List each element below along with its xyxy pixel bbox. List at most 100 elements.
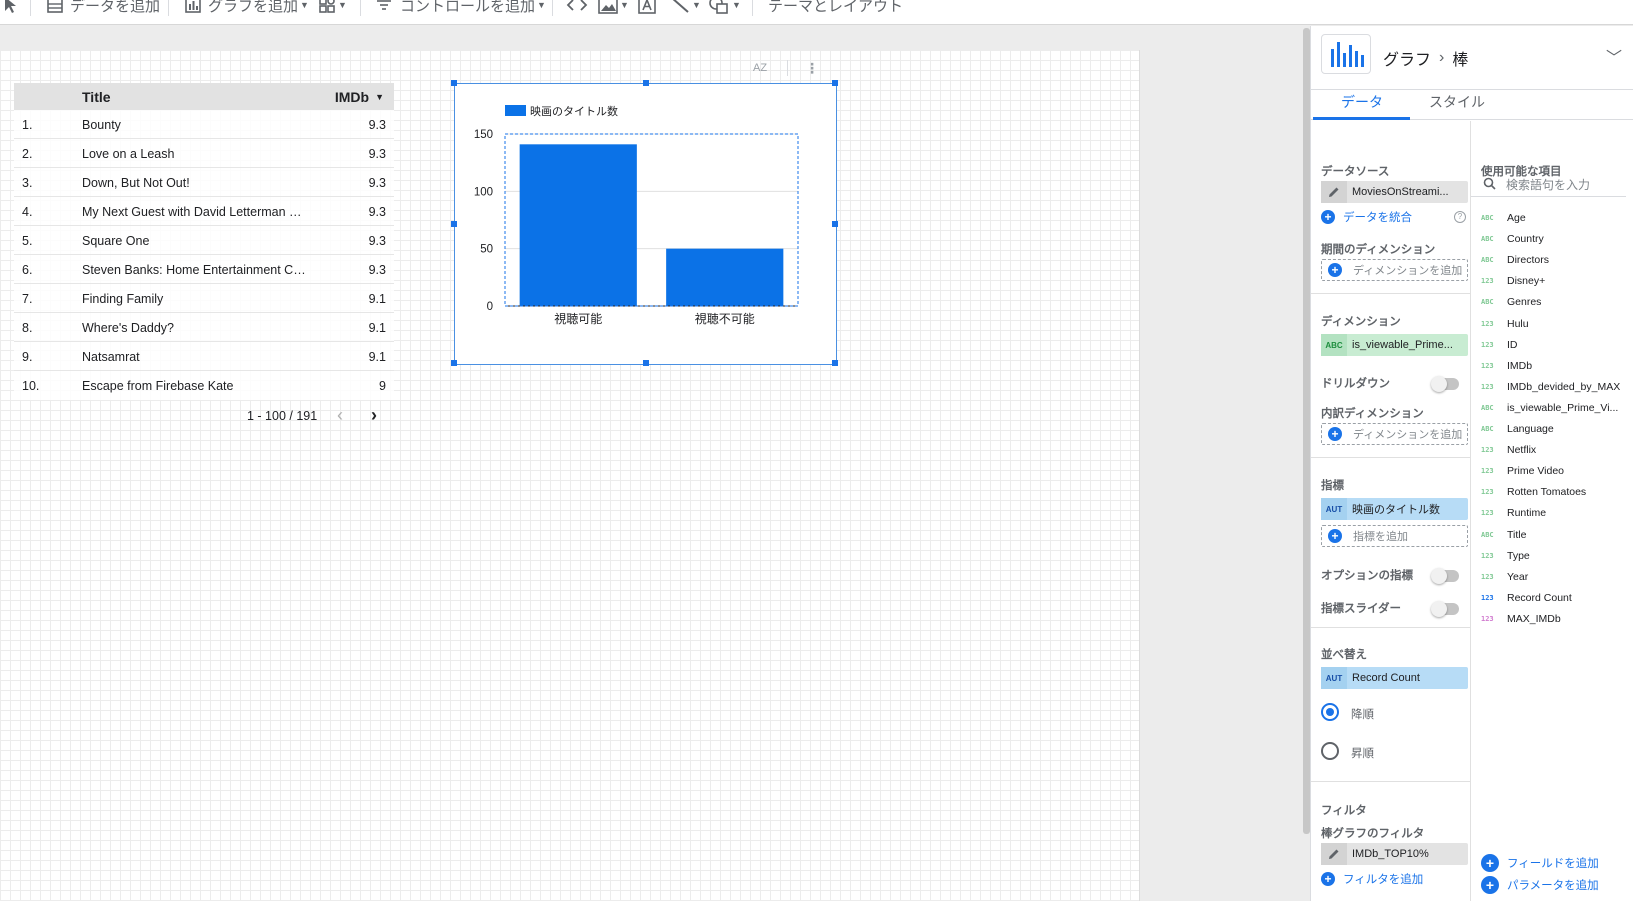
field-item[interactable]: 123 IMDb (1481, 357, 1629, 375)
bar-chart-type-icon[interactable] (1321, 34, 1371, 74)
field-item[interactable]: 123 Disney+ (1481, 272, 1629, 290)
blend-data-link[interactable]: + データを統合 (1321, 209, 1412, 225)
text-type-icon: ABC (1481, 235, 1494, 244)
add-slot-icon-wrap: + (1322, 423, 1348, 445)
add-metric-slot[interactable]: + 指標を追加 (1321, 525, 1468, 547)
tab-style[interactable]: スタイル (1429, 92, 1485, 112)
field-item[interactable]: 123 Prime Video (1481, 462, 1629, 480)
table-row[interactable]: 2. Love on a Leash 9.3 (14, 139, 394, 168)
breadcrumb-root[interactable]: グラフ (1383, 46, 1431, 70)
scrollbar[interactable] (1303, 28, 1310, 834)
field-item[interactable]: 123 MAX_IMDb (1481, 610, 1629, 628)
row-title: My Next Guest with David Letterman an... (82, 205, 307, 219)
add-filter-link[interactable]: + フィルタを追加 (1321, 871, 1423, 887)
field-item[interactable]: ABC Genres (1481, 293, 1629, 311)
data-source-pill[interactable]: MoviesOnStreami... (1321, 181, 1468, 203)
setup-column: データソース MoviesOnStreami... + データを統合 ? 期間の… (1311, 121, 1471, 901)
add-field-link[interactable]: + フィールドを追加 (1481, 854, 1599, 872)
resize-handle[interactable] (451, 221, 457, 227)
field-item[interactable]: 123 Record Count (1481, 589, 1629, 607)
sort-az-icon[interactable]: AZ (753, 62, 767, 74)
more-vert-icon[interactable]: ⋮ (805, 60, 819, 77)
x-category-label: 視聴可能 (554, 311, 602, 326)
resize-handle[interactable] (451, 80, 457, 86)
metric-pill[interactable]: AUT 映画のタイトル数 (1321, 498, 1468, 520)
add-control-button[interactable]: コントロールを追加 ▼ (376, 0, 546, 16)
data-table[interactable]: Title IMDb ▼ 1. Bounty 9.3 2. Love on a Leas… (14, 83, 394, 432)
field-item[interactable]: ABC Directors (1481, 251, 1629, 269)
table-row[interactable]: 3. Down, But Not Out! 9.3 (14, 168, 394, 197)
resize-handle[interactable] (832, 221, 838, 227)
sort-ascending-radio[interactable] (1321, 742, 1339, 760)
number-type-icon: 123 (1481, 319, 1494, 328)
table-row[interactable]: 5. Square One 9.3 (14, 226, 394, 255)
sort-field-pill[interactable]: AUT Record Count (1321, 667, 1468, 689)
table-row[interactable]: 6. Steven Banks: Home Entertainment Cent.… (14, 255, 394, 284)
resize-handle[interactable] (832, 360, 838, 366)
sort-descending-radio[interactable] (1321, 703, 1339, 721)
field-item[interactable]: 123 Runtime (1481, 504, 1629, 522)
chevron-down-icon: ▼ (692, 0, 701, 10)
pencil-icon[interactable] (1321, 181, 1347, 203)
pencil-icon[interactable] (1321, 843, 1347, 865)
embed-code-icon[interactable] (566, 0, 588, 16)
line-button[interactable]: ▼ (670, 0, 701, 16)
chevron-down-icon[interactable]: ﹀ (1606, 44, 1622, 68)
column-header-title[interactable]: Title (82, 89, 111, 105)
field-search[interactable]: 検索語句を入力 (1471, 173, 1626, 197)
table-row[interactable]: 7. Finding Family 9.1 (14, 284, 394, 313)
table-row[interactable]: 4. My Next Guest with David Letterman an.… (14, 197, 394, 226)
field-item[interactable]: ABC is_viewable_Prime_Vi... (1481, 399, 1629, 417)
metric-slider-toggle[interactable] (1431, 601, 1459, 617)
field-name: is_viewable_Prime_Vi... (1507, 401, 1619, 414)
resize-handle[interactable] (643, 360, 649, 366)
field-item[interactable]: ABC Country (1481, 230, 1629, 248)
resize-handle[interactable] (832, 80, 838, 86)
drilldown-toggle[interactable] (1431, 376, 1459, 392)
add-breakdown-dimension-slot[interactable]: + ディメンションを追加 (1321, 423, 1468, 445)
image-button[interactable]: ▼ (598, 0, 629, 16)
add-dimension-label: ディメンションを追加 (1353, 429, 1463, 441)
tab-data[interactable]: データ (1341, 92, 1383, 112)
field-item[interactable]: 123 IMDb_devided_by_MAX (1481, 378, 1629, 396)
chevron-down-icon: ▼ (732, 0, 741, 10)
field-item[interactable]: 123 Rotten Tomatoes (1481, 483, 1629, 501)
add-chart-button[interactable]: グラフを追加 ▼ (184, 0, 309, 16)
resize-handle[interactable] (643, 80, 649, 86)
dimension-pill[interactable]: ABC is_viewable_Prime... (1321, 334, 1468, 356)
field-item[interactable]: ABC Language (1481, 420, 1629, 438)
field-item[interactable]: 123 Hulu (1481, 315, 1629, 333)
table-row[interactable]: 9. Natsamrat 9.1 (14, 342, 394, 371)
row-rank: 3. (22, 176, 33, 190)
number-type-icon: 123 (1481, 614, 1494, 623)
field-item[interactable]: 123 Year (1481, 568, 1629, 586)
field-name: Prime Video (1507, 465, 1565, 478)
shape-button[interactable]: ▼ (708, 0, 741, 16)
table-row[interactable]: 1. Bounty 9.3 (14, 110, 394, 139)
add-data-button[interactable]: データを追加 (46, 0, 160, 16)
add-parameter-link[interactable]: + パラメータを追加 (1481, 876, 1599, 894)
chevron-left-icon[interactable]: ‹ (337, 405, 343, 426)
filter-pill[interactable]: IMDb_TOP10% (1321, 843, 1468, 865)
optional-metric-toggle[interactable] (1431, 568, 1459, 584)
field-item[interactable]: ABC Title (1481, 526, 1629, 544)
chevron-right-icon[interactable]: › (371, 405, 377, 426)
add-date-dimension-slot[interactable]: + ディメンションを追加 (1321, 259, 1468, 281)
select-cursor-icon[interactable] (2, 0, 18, 16)
resize-handle[interactable] (451, 360, 457, 366)
line-icon (672, 0, 689, 13)
table-row[interactable]: 10. Escape from Firebase Kate 9 (14, 371, 394, 400)
community-viz-button[interactable]: ▼ (318, 0, 347, 16)
field-item[interactable]: 123 Type (1481, 547, 1629, 565)
table-row[interactable]: 8. Where's Daddy? 9.1 (14, 313, 394, 342)
row-imdb: 9.3 (368, 147, 386, 161)
bar-chart[interactable]: 映画のタイトル数 0 50 100 150 視聴可能 視聴不可能 (451, 80, 838, 366)
field-item[interactable]: ABC Age (1481, 209, 1629, 227)
help-icon[interactable]: ? (1454, 211, 1466, 223)
theme-layout-button[interactable]: テーマとレイアウト (768, 0, 903, 16)
column-header-imdb[interactable]: IMDb ▼ (335, 89, 384, 105)
field-item[interactable]: 123 ID (1481, 336, 1629, 354)
field-item[interactable]: 123 Netflix (1481, 441, 1629, 459)
row-title: Natsamrat (82, 350, 140, 364)
text-box-icon[interactable] (638, 0, 656, 16)
